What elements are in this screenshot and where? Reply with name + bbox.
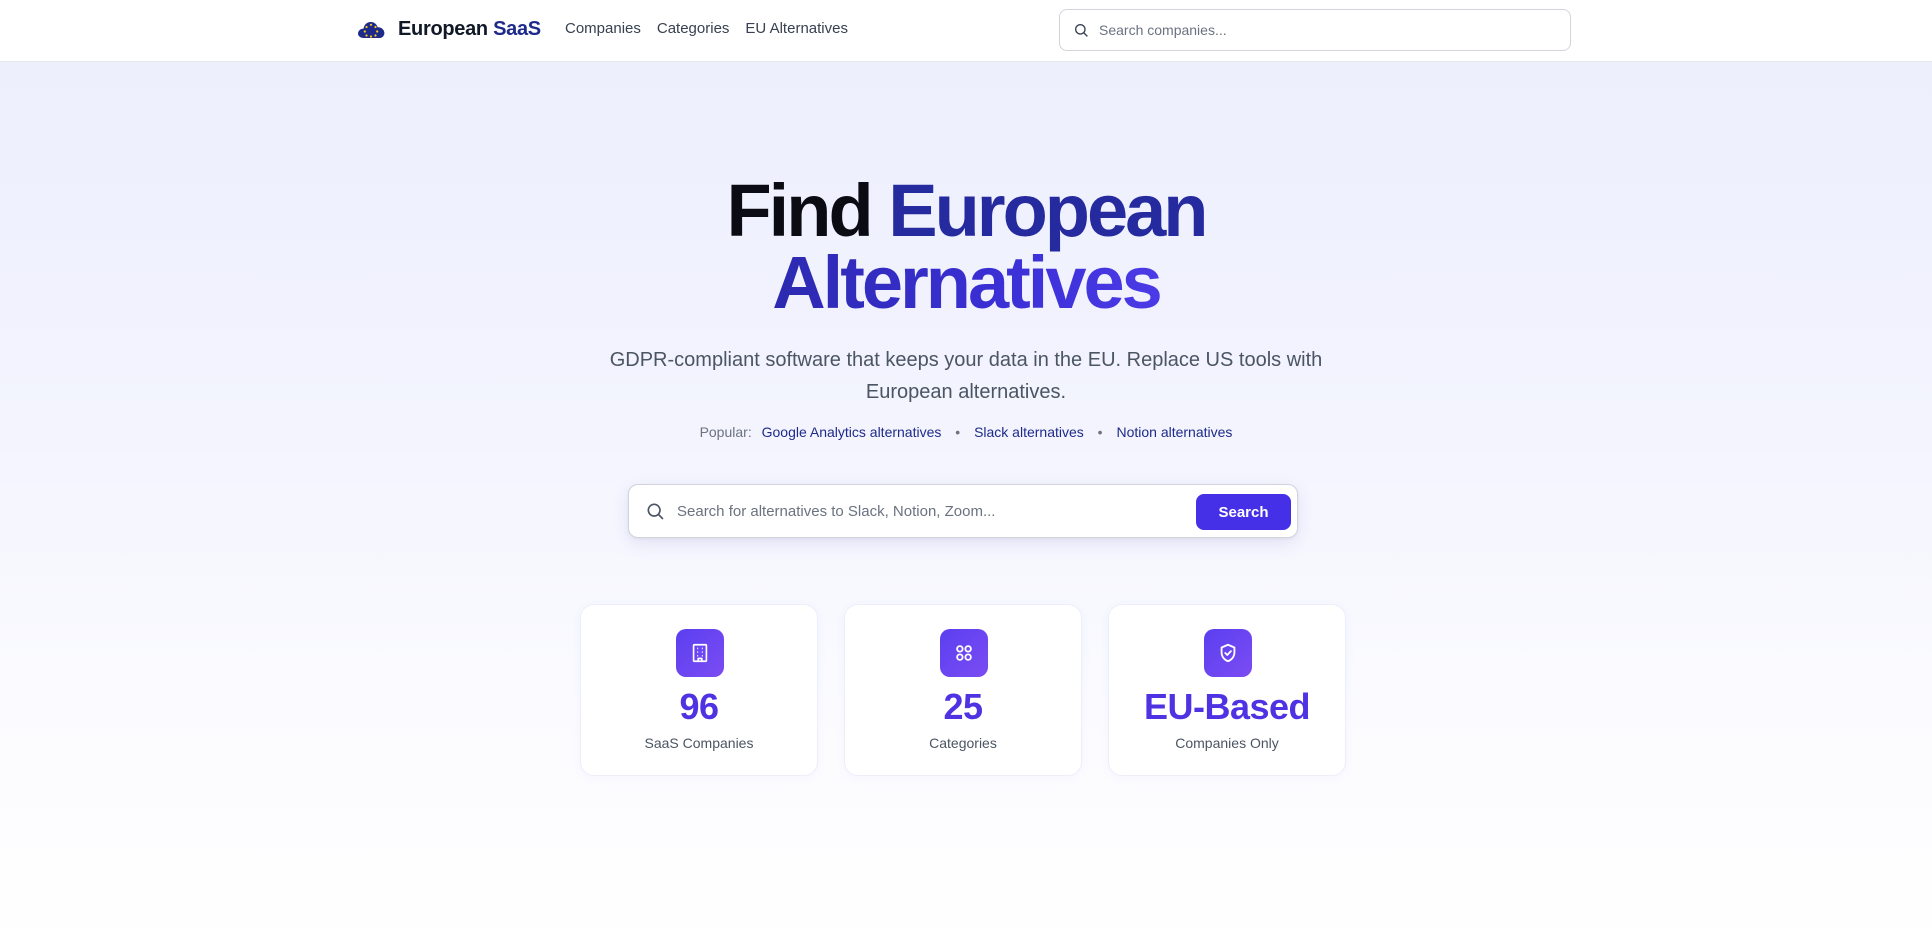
stat-label-companies: SaaS Companies [644, 735, 754, 751]
popular-link-notion[interactable]: Notion alternatives [1116, 424, 1232, 440]
hero-search-input[interactable] [677, 499, 1197, 523]
stat-label-categories: Categories [929, 735, 997, 751]
brand-name: European SaaS [398, 18, 541, 41]
popular-label: Popular: [699, 424, 752, 440]
grid-icon [956, 645, 972, 661]
hero-title: Find European Alternatives [0, 174, 1932, 320]
header-search-input[interactable] [1099, 22, 1539, 38]
hero-title-european: European [888, 169, 1208, 252]
stat-icon-badge [940, 629, 988, 677]
hero-search-bar: Search [628, 484, 1298, 538]
stat-value-companies: 96 [679, 686, 719, 727]
top-nav: European SaaS Companies Categories EU Al… [0, 0, 1932, 62]
stat-icon-badge [676, 629, 724, 677]
popular-searches: Popular: Google Analytics alternatives •… [0, 424, 1932, 440]
popular-link-slack[interactable]: Slack alternatives [974, 424, 1084, 440]
search-button[interactable]: Search [1196, 494, 1291, 530]
stat-card-companies: 96 SaaS Companies [580, 604, 818, 776]
stat-value-eu-based: EU-Based [1143, 686, 1311, 727]
header-search-box[interactable] [1059, 9, 1571, 51]
hero-title-alternatives: Alternatives [772, 241, 1163, 324]
nav-link-companies[interactable]: Companies [565, 20, 641, 37]
popular-link-google-analytics[interactable]: Google Analytics alternatives [762, 424, 942, 440]
search-icon [647, 503, 664, 520]
brand-name-part2: SaaS [493, 17, 541, 40]
shield-check-icon [1220, 643, 1236, 663]
stat-card-categories: 25 Categories [844, 604, 1082, 776]
separator-dot: • [1097, 424, 1103, 440]
nav-link-categories[interactable]: Categories [657, 20, 730, 37]
eu-cloud-icon [358, 21, 385, 38]
stat-icon-badge [1204, 629, 1252, 677]
hero-title-find: Find [726, 169, 873, 252]
stat-label-eu-based: Companies Only [1175, 735, 1279, 751]
stat-card-eu-based: EU-Based Companies Only [1108, 604, 1346, 776]
search-icon [1075, 24, 1088, 37]
stat-value-categories: 25 [943, 686, 983, 727]
main-nav-links: Companies Categories EU Alternatives [565, 20, 848, 37]
brand-logo-link[interactable]: European SaaS [356, 14, 541, 44]
brand-name-part1: European [398, 17, 488, 40]
hero-subtitle: GDPR-compliant software that keeps your … [609, 349, 1323, 403]
separator-dot: • [955, 424, 961, 440]
nav-link-eu-alternatives[interactable]: EU Alternatives [745, 20, 848, 37]
building-icon [692, 643, 708, 663]
